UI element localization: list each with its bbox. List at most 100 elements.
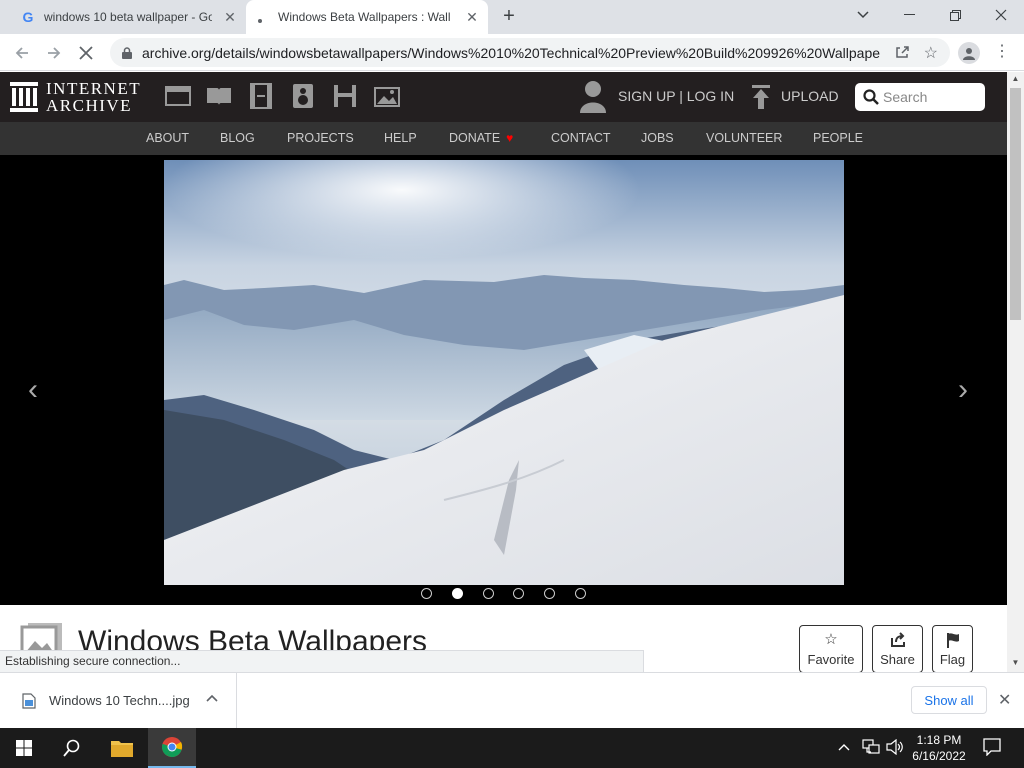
- texts-icon[interactable]: [206, 83, 232, 109]
- close-tab-icon[interactable]: ✕: [464, 9, 480, 25]
- windows-start-icon[interactable]: [0, 728, 48, 768]
- download-item[interactable]: Windows 10 Techn....jpg: [0, 673, 237, 728]
- restore-window-button[interactable]: [932, 0, 978, 30]
- nav-blog[interactable]: BLOG: [220, 131, 255, 145]
- back-arrow-icon[interactable]: [9, 40, 35, 66]
- carousel-dot-3[interactable]: [483, 588, 494, 599]
- logo-line-2: ARCHIVE: [46, 96, 133, 115]
- search-icon[interactable]: [863, 89, 879, 105]
- flag-button[interactable]: Flag: [932, 625, 973, 672]
- lock-icon[interactable]: [120, 46, 134, 60]
- browser-menu-icon[interactable]: ⋮: [994, 42, 1010, 64]
- download-shelf: Windows 10 Techn....jpg Show all ✕: [0, 672, 1024, 728]
- share-button[interactable]: Share: [872, 625, 923, 672]
- clock-time: 1:18 PM: [916, 733, 962, 747]
- ia-nav-bar: ABOUT BLOG PROJECTS HELP DONATE ♥ CONTACT…: [0, 122, 1007, 155]
- signup-login-link[interactable]: SIGN UP | LOG IN: [618, 88, 734, 104]
- web-icon[interactable]: [165, 83, 191, 109]
- nav-donate-label: DONATE: [449, 131, 501, 145]
- stop-loading-icon[interactable]: [73, 40, 99, 66]
- image-file-icon: [22, 692, 36, 709]
- page-scrollbar[interactable]: ▲ ▼: [1007, 72, 1024, 672]
- logo-text: INTERNET ARCHIVE: [46, 80, 141, 114]
- scroll-thumb[interactable]: [1010, 88, 1021, 320]
- file-explorer-icon[interactable]: [98, 728, 146, 768]
- page-viewport: INTERNET ARCHIVE SIGN UP | LOG IN UPLOAD…: [0, 72, 1024, 672]
- share-label: Share: [880, 652, 915, 667]
- upload-link[interactable]: UPLOAD: [781, 88, 839, 104]
- loading-spinner-icon: [258, 19, 262, 23]
- show-all-button[interactable]: Show all: [911, 686, 987, 714]
- nav-donate[interactable]: DONATE ♥: [449, 131, 513, 145]
- nav-about[interactable]: ABOUT: [146, 131, 189, 145]
- user-avatar-icon[interactable]: [578, 79, 608, 115]
- wallpaper-image[interactable]: [164, 160, 844, 585]
- nav-people[interactable]: PEOPLE: [813, 131, 863, 145]
- carousel-dot-5[interactable]: [544, 588, 555, 599]
- nav-help[interactable]: HELP: [384, 131, 417, 145]
- nav-jobs[interactable]: JOBS: [641, 131, 674, 145]
- ia-header: INTERNET ARCHIVE SIGN UP | LOG IN UPLOAD…: [0, 72, 1007, 122]
- system-clock[interactable]: 1:18 PM 6/16/2022: [908, 732, 970, 764]
- favorite-button[interactable]: ☆ Favorite: [799, 625, 863, 672]
- network-icon[interactable]: [862, 739, 880, 760]
- notification-center-icon[interactable]: [983, 738, 1001, 761]
- url-text[interactable]: archive.org/details/windowsbetawallpaper…: [142, 45, 880, 61]
- tab-search-chevron-icon[interactable]: [840, 0, 886, 30]
- upload-icon[interactable]: [750, 85, 772, 109]
- close-icon[interactable]: ✕: [998, 690, 1011, 710]
- clock-date: 6/16/2022: [912, 749, 966, 763]
- heart-icon: ♥: [506, 131, 514, 145]
- nav-projects[interactable]: PROJECTS: [287, 131, 354, 145]
- internet-archive-logo[interactable]: INTERNET ARCHIVE: [10, 80, 141, 114]
- nav-volunteer[interactable]: VOLUNTEER: [706, 131, 782, 145]
- new-tab-button[interactable]: +: [498, 6, 520, 28]
- carousel-next-arrow[interactable]: ›: [958, 373, 968, 407]
- share-page-icon[interactable]: [894, 44, 910, 63]
- carousel-dot-4[interactable]: [513, 588, 524, 599]
- nav-contact[interactable]: CONTACT: [551, 131, 611, 145]
- carousel-prev-arrow[interactable]: ‹: [28, 373, 38, 407]
- tab-google-search[interactable]: G windows 10 beta wallpaper - Google Sea…: [8, 0, 246, 34]
- audio-icon[interactable]: [290, 83, 316, 109]
- logo-line-1: INTERNET: [46, 79, 142, 98]
- tray-chevron-up-icon[interactable]: [838, 740, 850, 754]
- favorite-label: Favorite: [807, 652, 855, 667]
- scroll-up-arrow[interactable]: ▲: [1007, 72, 1024, 86]
- taskbar-search-icon[interactable]: [48, 728, 96, 768]
- tab-windows-beta-wallpapers[interactable]: Windows Beta Wallpapers : Wallpapers ✕: [246, 0, 488, 34]
- chrome-icon[interactable]: [148, 728, 196, 768]
- flag-label: Flag: [939, 652, 966, 667]
- chevron-up-icon[interactable]: [206, 693, 218, 705]
- download-file-name: Windows 10 Techn....jpg: [49, 693, 190, 708]
- address-bar[interactable]: archive.org/details/windowsbetawallpaper…: [110, 38, 950, 67]
- google-favicon-icon: G: [22, 9, 34, 25]
- carousel-dot-2[interactable]: [452, 588, 463, 599]
- profile-avatar-icon[interactable]: [958, 42, 980, 64]
- star-icon: ☆: [824, 631, 838, 648]
- share-icon: [890, 632, 905, 647]
- windows-taskbar: 1:18 PM 6/16/2022: [0, 728, 1024, 768]
- volume-icon[interactable]: [886, 738, 904, 760]
- video-icon[interactable]: [248, 83, 274, 109]
- status-bubble: Establishing secure connection...: [0, 650, 644, 672]
- carousel-dot-6[interactable]: [575, 588, 586, 599]
- tab-strip: G windows 10 beta wallpaper - Google Sea…: [0, 0, 1024, 34]
- image-carousel: ‹ ›: [0, 155, 1007, 605]
- tab-title: Windows Beta Wallpapers : Wallpapers: [278, 10, 450, 24]
- archive-building-icon: [10, 82, 38, 112]
- software-icon[interactable]: [332, 83, 358, 109]
- carousel-dot-1[interactable]: [421, 588, 432, 599]
- forward-arrow-icon[interactable]: [41, 40, 67, 66]
- close-window-button[interactable]: [978, 0, 1024, 30]
- search-input[interactable]: [883, 89, 983, 105]
- close-tab-icon[interactable]: ✕: [222, 9, 238, 25]
- scroll-down-arrow[interactable]: ▼: [1007, 656, 1024, 670]
- tab-title: windows 10 beta wallpaper - Google Searc…: [44, 10, 212, 24]
- ia-search-box[interactable]: [855, 83, 985, 111]
- browser-toolbar: archive.org/details/windowsbetawallpaper…: [0, 34, 1024, 71]
- flag-icon: [946, 633, 959, 648]
- bookmark-star-icon[interactable]: ☆: [924, 43, 938, 63]
- images-icon[interactable]: [374, 83, 400, 109]
- minimize-window-button[interactable]: [886, 0, 932, 30]
